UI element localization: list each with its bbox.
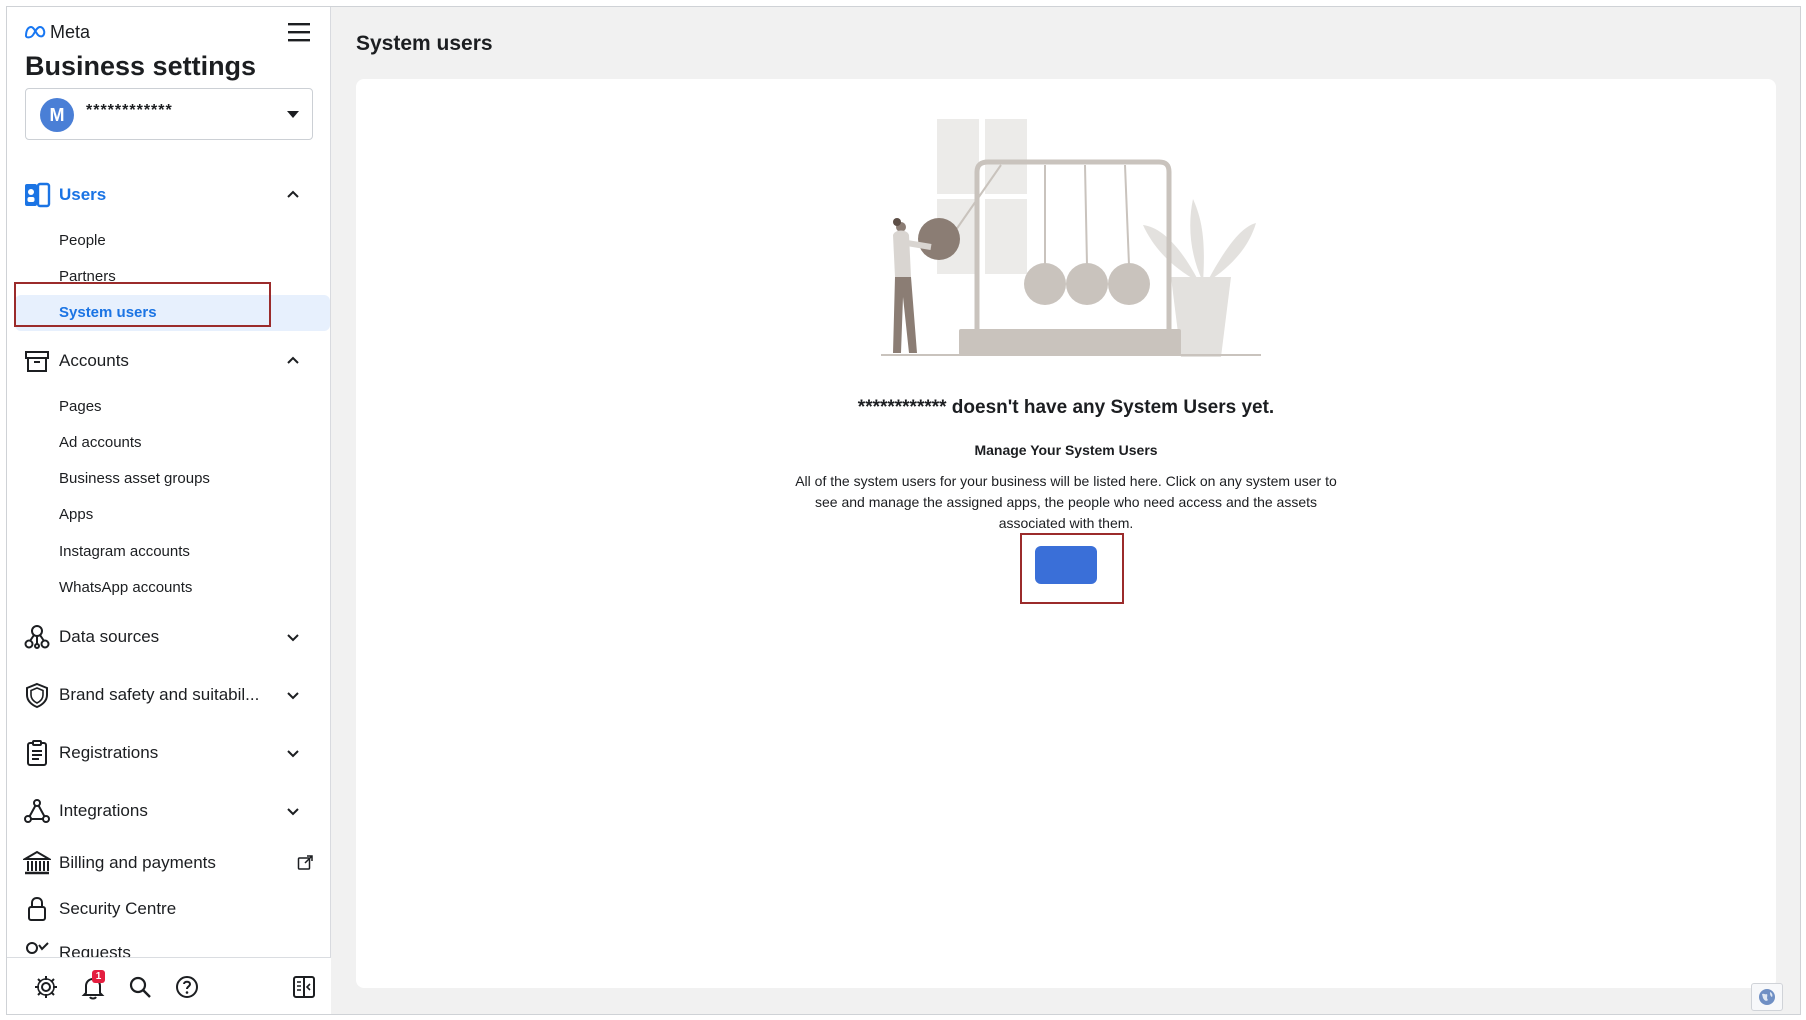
- page-title: System users: [356, 32, 493, 55]
- newtons-cradle-illustration: [881, 119, 1261, 357]
- sidebar-item-label: System users: [59, 304, 157, 321]
- sidebar-item-ad-accounts[interactable]: Ad accounts: [15, 425, 330, 461]
- brand-name: Meta: [50, 21, 91, 42]
- meta-brand[interactable]: Meta: [24, 19, 90, 45]
- sidebar-item-label: Instagram accounts: [59, 543, 190, 560]
- nav-section-requests-label: Requests: [59, 943, 131, 957]
- sidebar-item-business-asset-groups[interactable]: Business asset groups: [15, 461, 330, 497]
- lock-icon: [28, 896, 46, 921]
- nav-section-requests[interactable]: Requests: [7, 933, 331, 957]
- nav-section-data-sources[interactable]: Data sources: [7, 617, 331, 657]
- globe-icon: [1759, 989, 1775, 1005]
- sidebar-item-label: Business asset groups: [59, 470, 210, 487]
- nav-section-accounts[interactable]: Accounts: [7, 341, 331, 381]
- sidebar-item-system-users[interactable]: System users: [15, 295, 330, 331]
- external-link-icon[interactable]: [297, 855, 313, 871]
- sidebar-item-label: WhatsApp accounts: [59, 579, 193, 596]
- help-icon[interactable]: [174, 974, 200, 1000]
- add-system-user-button[interactable]: [1035, 546, 1097, 584]
- nav-section-data-sources-label: Data sources: [59, 627, 160, 646]
- empty-state-subtitle: Manage Your System Users: [974, 442, 1158, 458]
- search-icon[interactable]: [127, 974, 153, 1000]
- shield-icon: [26, 682, 48, 709]
- sidebar-item-label: Partners: [59, 268, 116, 285]
- nav-section-security-label: Security Centre: [59, 899, 177, 918]
- sidebar-item-partners[interactable]: Partners: [15, 259, 330, 295]
- sidebar-item-label: Apps: [59, 506, 94, 523]
- sidebar-item-label: Ad accounts: [59, 434, 142, 451]
- nav-section-brand-safety[interactable]: Brand safety and suitabil...: [7, 675, 331, 715]
- users-icon: [25, 182, 51, 208]
- sidebar-item-pages[interactable]: Pages: [15, 389, 330, 425]
- app-window: Meta Business settings M ************ Us…: [6, 6, 1801, 1015]
- avatar: M: [40, 98, 74, 132]
- sidebar-item-whatsapp-accounts[interactable]: WhatsApp accounts: [15, 570, 330, 606]
- nav-section-registrations-label: Registrations: [59, 743, 159, 762]
- panel-toggle-icon[interactable]: [291, 974, 317, 1000]
- bank-icon: [23, 850, 51, 875]
- nav-section-users[interactable]: Users: [7, 175, 331, 215]
- nav-section-brand-safety-label: Brand safety and suitabil...: [59, 685, 260, 704]
- sidebar-item-label: People: [59, 232, 106, 249]
- data-sources-icon: [24, 625, 50, 649]
- nav-section-integrations[interactable]: Integrations: [7, 791, 331, 831]
- hamburger-menu-icon[interactable]: [286, 21, 312, 43]
- empty-state-title: ************ doesn't have any System Use…: [857, 397, 1275, 418]
- nav-section-security-centre[interactable]: Security Centre: [7, 889, 331, 929]
- nav-section-users-label: Users: [59, 185, 107, 204]
- meta-logo-icon: [24, 25, 46, 39]
- nav-section-integrations-label: Integrations: [59, 801, 148, 820]
- notification-badge: 1: [92, 970, 105, 983]
- nav-section-billing-label: Billing and payments: [59, 853, 216, 872]
- gear-icon[interactable]: [33, 974, 59, 1000]
- accounts-icon: [25, 351, 49, 372]
- sidebar-item-apps[interactable]: Apps: [15, 497, 330, 533]
- empty-state-description: All of the system users for your busines…: [795, 473, 1337, 531]
- sidebar-item-instagram-accounts[interactable]: Instagram accounts: [15, 534, 330, 570]
- chevron-down-icon[interactable]: [285, 687, 301, 703]
- nav-section-accounts-label: Accounts: [59, 351, 129, 370]
- page-heading: Business settings: [25, 51, 257, 81]
- chevron-up-icon[interactable]: [285, 187, 301, 203]
- nav-section-registrations[interactable]: Registrations: [7, 733, 331, 773]
- chevron-down-icon[interactable]: [285, 629, 301, 645]
- content-card: ************ doesn't have any System Use…: [356, 79, 1776, 988]
- business-account-selector[interactable]: M ************: [25, 88, 313, 140]
- chevron-up-icon[interactable]: [285, 353, 301, 369]
- integrations-icon: [24, 799, 50, 823]
- chevron-down-icon[interactable]: [285, 803, 301, 819]
- chevron-down-icon[interactable]: [285, 745, 301, 761]
- language-button[interactable]: [1751, 983, 1783, 1011]
- sidebar-footer: 1: [7, 957, 331, 1014]
- sidebar: Meta Business settings M ************ Us…: [7, 7, 331, 1014]
- key-icon: [26, 942, 49, 954]
- sidebar-item-label: Pages: [59, 398, 102, 415]
- caret-down-icon: [287, 111, 299, 118]
- account-name: ************: [86, 102, 173, 119]
- nav-section-billing[interactable]: Billing and payments: [7, 843, 331, 883]
- clipboard-icon: [27, 740, 47, 766]
- sidebar-item-people[interactable]: People: [15, 223, 330, 259]
